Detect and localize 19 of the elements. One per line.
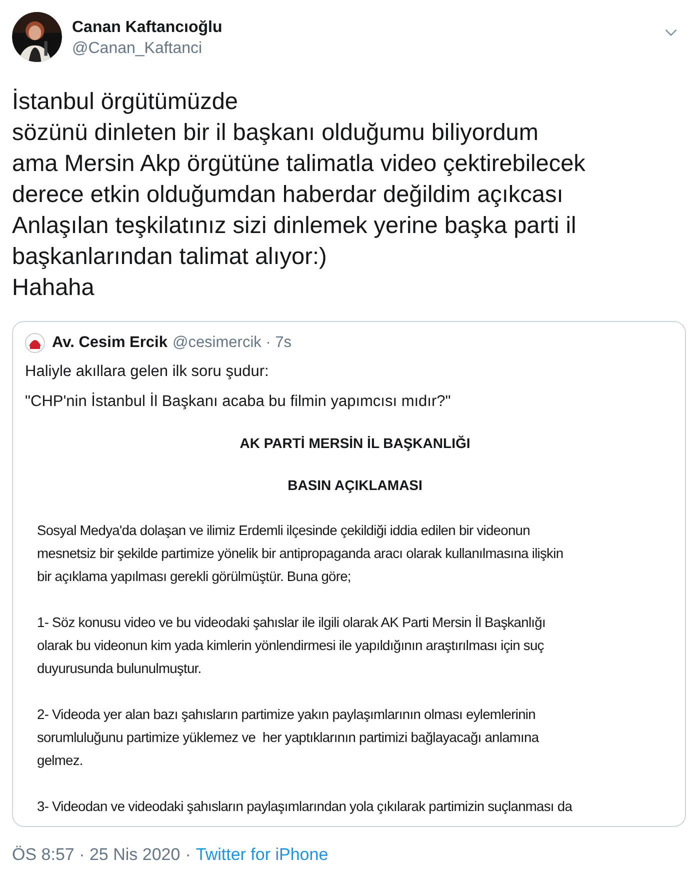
document-paragraph: 2- Videoda yer alan bazı şahısların partimize yakın paylaşımlarının olması eylemlerinin sorumluluğunu partimize yüklemez ve her yaptıklarının partimizi bağlayacağı anlamına gelmez. [37,706,540,770]
quoted-tweet-card[interactable] [12,321,686,827]
document-paragraph: Sosyal Medya'da dolaşan ve ilimiz Erdemli ilçesinde çekildiği iddia edilen bir videonun mesnetsiz bir şekilde partimize yönelik bir antipropaganda aracı olarak kullanılmasına ilişkin bir açıklama yapılması gerekli görülmüştür. Buna göre; [37,522,564,586]
chevron-down-icon[interactable] [664,28,678,37]
document-heading: AK PARTİ MERSİN İL BAŞKANLIĞI [238,435,472,451]
quoted-text: "CHP'nin İstanbul İl Başkanı acaba bu filmin yapımcısı mıdır?" [24,393,452,411]
quoted-author-name: Av. Cesim Ercik [52,334,168,352]
author-handle[interactable]: @Canan_Kaftanci [72,38,664,60]
logo-icon [25,333,45,353]
tweet-timestamp: ÖS 8:57 · 25 Nis 2020 [12,845,180,865]
document-heading: BASIN AÇIKLAMASI [286,477,424,493]
document-paragraph: 1- Söz konusu video ve bu videodaki şahıslar ile ilgili olarak AK Parti Mersin İl Başkanlığı olarak bu videonun kim yada kimlerin yönlendirmesi ile yapıldığının araştırılması için suç duyurusunda bulunulmuştur. [37,614,546,678]
document-paragraph: 3- Videodan ve videodaki şahısların paylaşımlarından yola çıkılarak partimizin suçlanması da [37,798,574,816]
tweet-text: İstanbul örgütümüzde sözünü dinleten bir il başkanı olduğumu biliyordum ama Mersin Akp örgütüne talimatla video çektirebilecek derece etkin olduğumdan haberdar değildim açıkcası Anlaşılan teşkilatınız sizi dinlemek yerine başka parti il başkanlarından talimat alıyor:) Hahaha [12,87,586,302]
source-link[interactable]: Twitter for iPhone [196,845,328,865]
separator-dot: · [185,845,191,865]
quoted-text: Haliyle akıllara gelen ilk soru şudur: [24,363,270,381]
quoted-author-meta: @cesimercik · 7s [172,334,292,352]
author-name[interactable]: Canan Kaftancıoğlu [72,18,664,38]
